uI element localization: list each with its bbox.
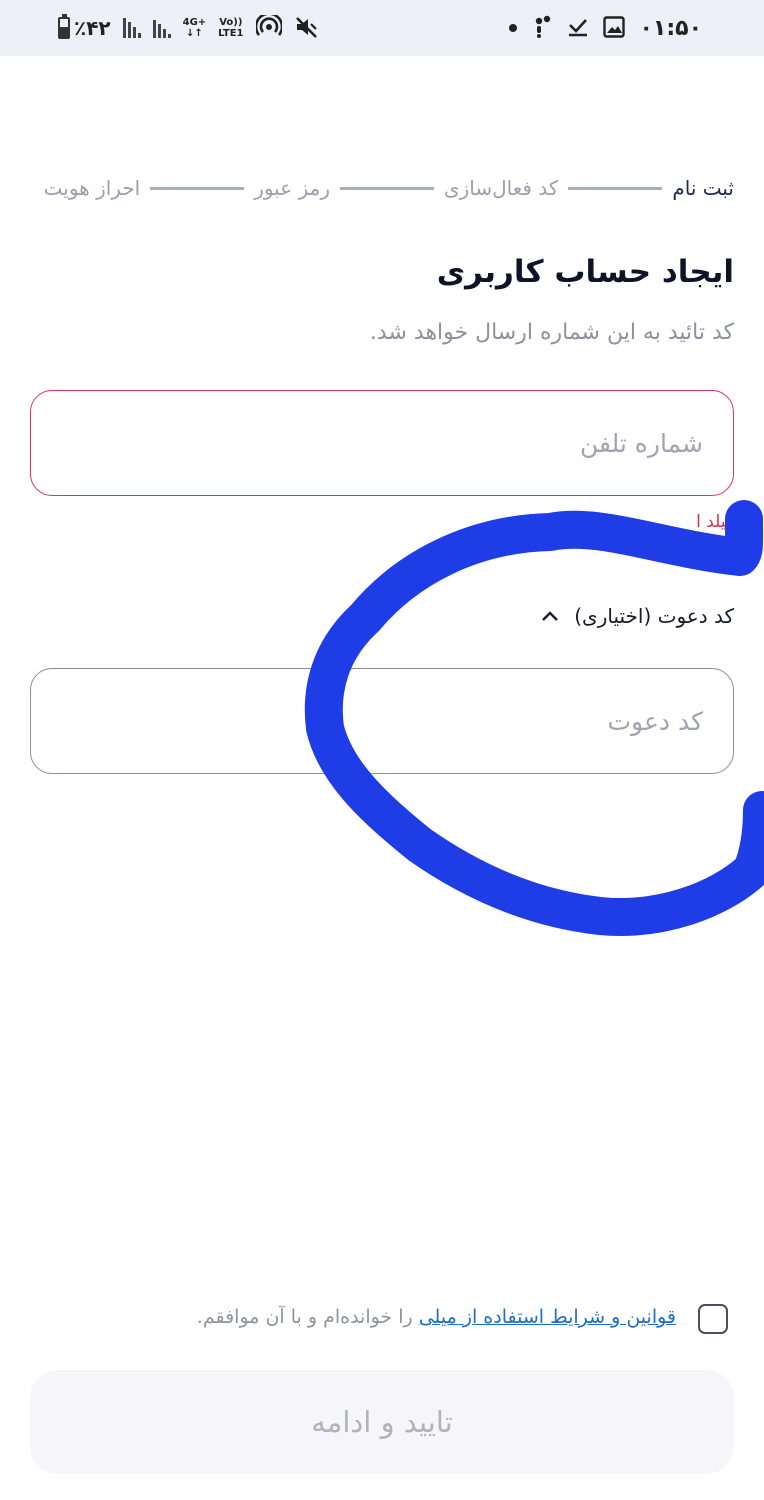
status-left-group: ٪۴۲ 4G+ ↓↑ Vo)) LTE1 (58, 0, 318, 56)
terms-agreement: قوانین و شرایط استفاده از میلی را خوانده… (30, 1300, 734, 1340)
invite-code-field[interactable] (30, 668, 734, 774)
mute-icon (294, 15, 318, 42)
step-signup: ثبت نام (672, 176, 734, 200)
download-done-icon (567, 16, 589, 41)
phone-error-text: فیلد ا (696, 512, 734, 532)
step-identity-verification: احراز هویت (43, 176, 141, 200)
network-type-indicator: 4G+ ↓↑ (183, 17, 207, 39)
notification-dot-icon (509, 24, 518, 32)
battery-icon (58, 14, 70, 39)
terms-suffix: را خوانده‌ام و با آن موافقم. (196, 1306, 419, 1328)
chevron-up-icon (540, 608, 560, 624)
terms-checkbox[interactable] (698, 1304, 728, 1334)
terms-link[interactable]: قوانین و شرایط استفاده از میلی (419, 1306, 676, 1328)
step-activation-code: کد فعال‌سازی (443, 176, 559, 200)
step-connector (339, 186, 434, 190)
network-type-label: 4G+ (182, 17, 207, 28)
step-connector (568, 186, 663, 190)
status-bar: ٪۴۲ 4G+ ↓↑ Vo)) LTE1 ۰۱:۵۰ (0, 0, 764, 56)
invite-toggle-label: کد دعوت (اختیاری) (574, 604, 734, 628)
battery-indicator: ٪۴۲ (58, 14, 111, 40)
hotspot-icon (254, 11, 283, 42)
step-connector (150, 186, 245, 190)
page-subtitle: کد تائید به این شماره ارسال خواهد شد. (369, 320, 734, 345)
phone-field[interactable] (30, 390, 734, 496)
confirm-continue-button[interactable]: تایید و ادامه (30, 1370, 734, 1474)
volte-indicator: Vo)) LTE1 (218, 17, 243, 39)
terms-text: قوانین و شرایط استفاده از میلی را خوانده… (197, 1306, 676, 1328)
app-notification-icon (531, 15, 553, 42)
page-title: ایجاد حساب کاربری (436, 254, 734, 290)
clock: ۰۱:۵۰ (639, 15, 702, 41)
status-right-group: ۰۱:۵۰ (509, 0, 702, 56)
lte-label: LTE1 (218, 28, 244, 39)
image-icon (603, 15, 626, 41)
volte-label: Vo)) (219, 17, 243, 28)
signal-bars-2-icon (152, 18, 171, 38)
invite-code-input[interactable] (31, 669, 733, 773)
step-password: رمز عبور (254, 176, 330, 200)
phone-input[interactable] (31, 391, 733, 495)
battery-percent: ٪۴۲ (74, 16, 111, 40)
signal-bars-icon (122, 18, 141, 38)
registration-stepper: ثبت نام کد فعال‌سازی رمز عبور احراز هویت (30, 172, 734, 204)
data-arrows-icon: ↓↑ (186, 28, 203, 39)
invite-code-toggle[interactable]: کد دعوت (اختیاری) (540, 600, 734, 632)
